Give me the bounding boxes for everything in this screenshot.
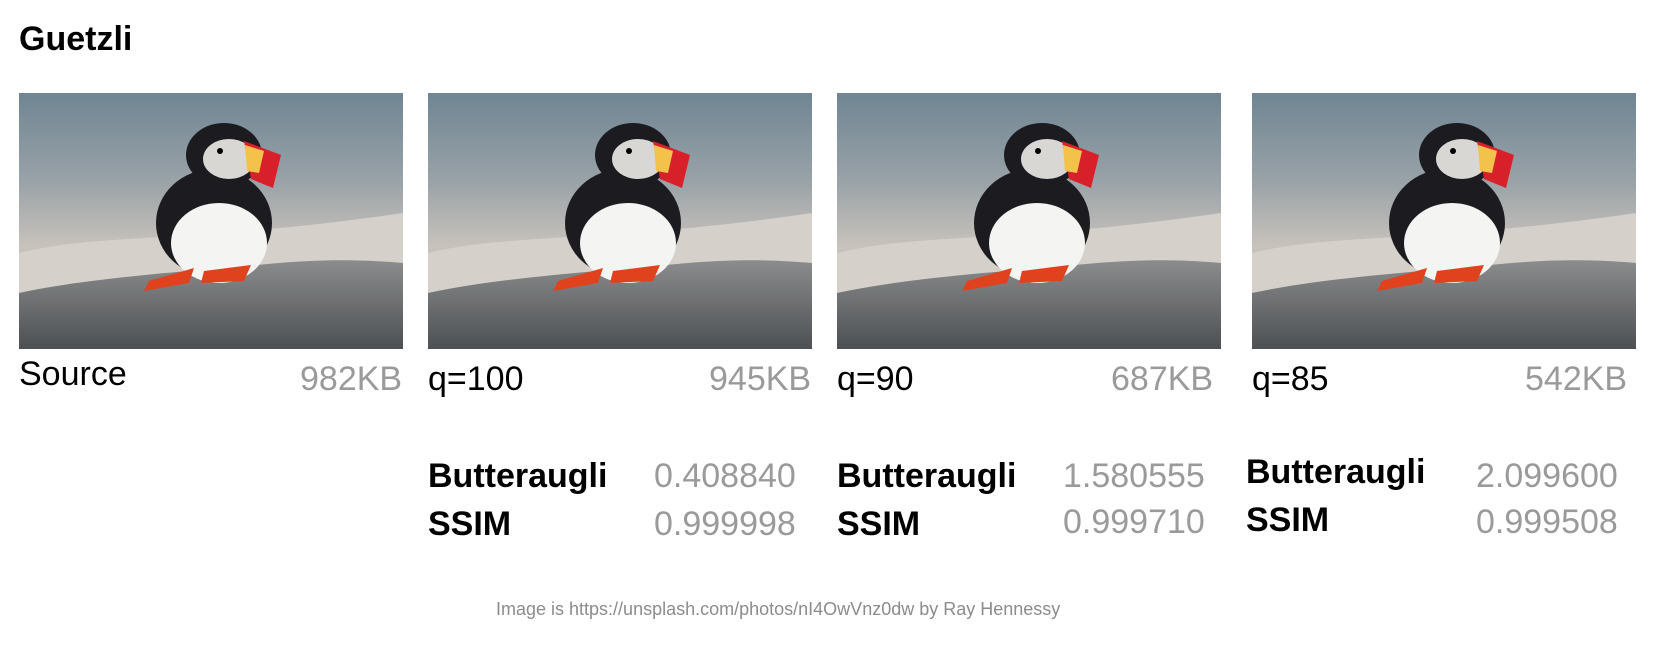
ssim-value: 0.999998	[654, 505, 796, 543]
butteraugli-value: 0.408840	[654, 457, 796, 495]
image-credit: Image is https://unsplash.com/photos/nI4…	[496, 599, 1061, 619]
ssim-label: SSIM	[428, 505, 512, 543]
q90-image	[837, 93, 1221, 349]
ssim-label: SSIM	[837, 505, 921, 543]
page-title: Guetzli	[19, 20, 133, 58]
file-size: 945KB	[709, 360, 812, 398]
butteraugli-label: Butteraugli	[1246, 453, 1426, 491]
butteraugli-label: Butteraugli	[428, 457, 608, 495]
ssim-label: SSIM	[1246, 501, 1330, 539]
source-image	[19, 93, 403, 349]
panel-label: q=100	[428, 360, 524, 398]
panel-label: q=85	[1252, 360, 1329, 398]
ssim-value: 0.999508	[1476, 503, 1618, 541]
q100-image	[428, 93, 812, 349]
file-size: 982KB	[300, 360, 403, 398]
panel-label: q=90	[837, 360, 914, 398]
file-size: 542KB	[1525, 360, 1628, 398]
butteraugli-value: 1.580555	[1063, 457, 1205, 495]
q85-image	[1252, 93, 1636, 349]
butteraugli-label: Butteraugli	[837, 457, 1017, 495]
ssim-value: 0.999710	[1063, 503, 1205, 541]
butteraugli-value: 2.099600	[1476, 457, 1618, 495]
panel-label: Source	[19, 355, 127, 393]
file-size: 687KB	[1111, 360, 1214, 398]
